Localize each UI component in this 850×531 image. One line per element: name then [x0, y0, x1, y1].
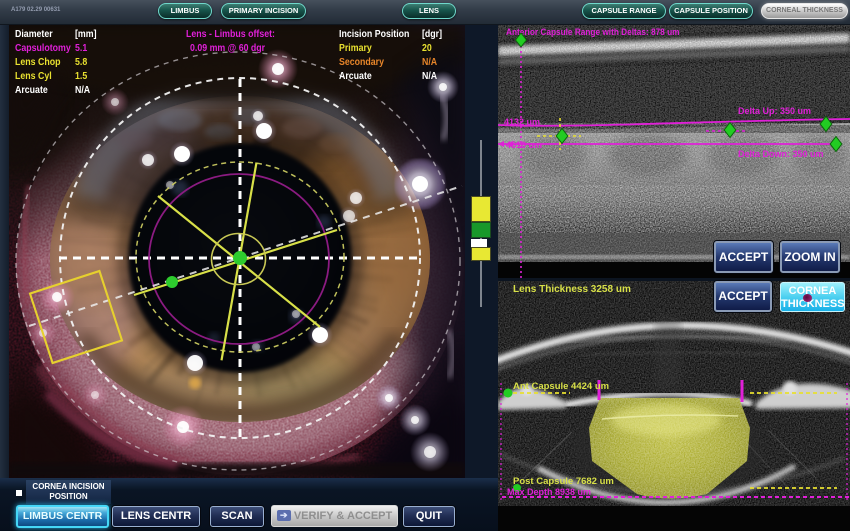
svg-text:Anterior Capsule Range with De: Anterior Capsule Range with Deltas: 878 …	[506, 27, 680, 37]
svg-text:Post Capsule 7682 um: Post Capsule 7682 um	[513, 476, 614, 487]
svg-text:Ant Capsule 4424 um: Ant Capsule 4424 um	[513, 381, 609, 392]
svg-text:Max Depth 8938 um: Max Depth 8938 um	[507, 487, 591, 497]
svg-text:Delta Up: 350 um: Delta Up: 350 um	[738, 106, 811, 116]
svg-text:4510 um: 4510 um	[506, 140, 542, 150]
svg-text:Lens Thickness 3258 um: Lens Thickness 3258 um	[513, 284, 631, 295]
svg-text:Delta Down: 350 um: Delta Down: 350 um	[738, 149, 824, 159]
svg-text:4132 um: 4132 um	[504, 117, 540, 127]
